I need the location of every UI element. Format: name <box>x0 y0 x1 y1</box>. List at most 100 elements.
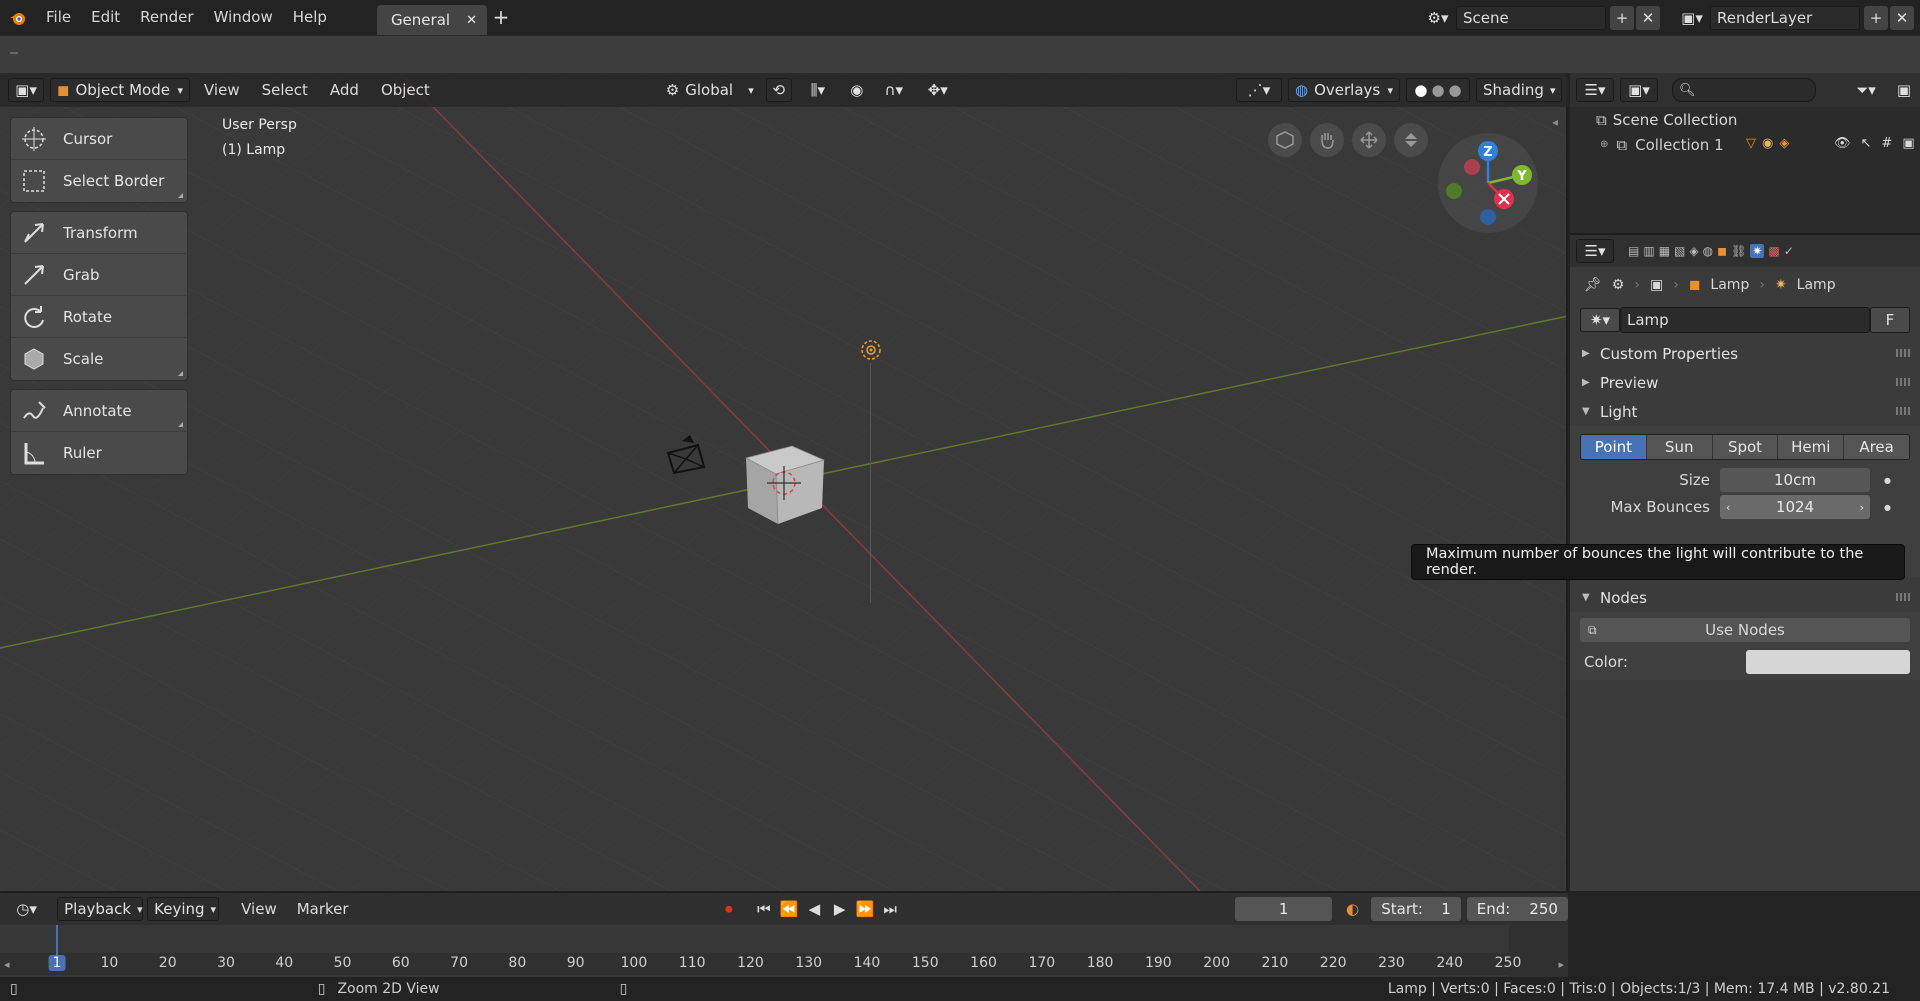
add-workspace-button[interactable]: + <box>487 0 515 35</box>
tab-world-icon[interactable]: ◍ <box>1703 244 1713 258</box>
record-button[interactable]: ⏺ <box>718 898 739 920</box>
tool-cursor[interactable]: Cursor <box>11 118 187 160</box>
use-nodes-button[interactable]: ⧉ Use Nodes <box>1580 618 1910 642</box>
panel-preview[interactable]: ▶ Preview <box>1570 368 1920 397</box>
lamp-data-icon[interactable]: ◉ <box>1762 136 1773 151</box>
tool-select-border[interactable]: Select Border <box>11 160 187 202</box>
light-type-hemi[interactable]: Hemi <box>1778 435 1845 459</box>
menu-help[interactable]: Help <box>283 0 337 35</box>
filter-button[interactable]: ⏷▾ <box>1844 78 1888 102</box>
play-reverse-button[interactable]: ◀ <box>804 898 825 920</box>
menu-file[interactable]: File <box>36 0 81 35</box>
falloff-button[interactable]: ∩▾ <box>876 78 912 102</box>
hand-pan-icon[interactable] <box>1310 123 1344 157</box>
outliner-row-scene-collection[interactable]: ⧉ Scene Collection <box>1570 107 1920 132</box>
drag-handle-icon[interactable] <box>1896 378 1910 386</box>
playhead-line[interactable] <box>56 925 58 955</box>
tab-tool-icon[interactable]: ▤ <box>1628 244 1639 258</box>
tab-object-icon[interactable]: ◼ <box>1717 244 1727 258</box>
start-frame-field[interactable]: Start: 1 <box>1371 897 1461 921</box>
solid-shading-icon[interactable]: ● <box>1414 81 1427 99</box>
orientation-dropdown[interactable]: ⚙ Global ▾ <box>660 78 760 102</box>
keying-dropdown[interactable]: Keying ▾ <box>147 897 220 921</box>
max-bounces-field[interactable]: ‹ 1024 › <box>1720 495 1870 519</box>
new-renderlayer-button[interactable]: + <box>1864 5 1888 30</box>
editor-type-button[interactable]: ▣▾ <box>8 78 44 102</box>
fake-user-button[interactable]: F <box>1870 307 1910 333</box>
playback-dropdown[interactable]: Playback ▾ <box>57 897 144 921</box>
scroll-right-icon[interactable]: ▸ <box>1558 958 1564 971</box>
select-arrow-icon[interactable]: ↖ <box>1861 136 1872 151</box>
light-type-sun[interactable]: Sun <box>1646 435 1713 459</box>
play-button[interactable]: ▶ <box>829 898 850 920</box>
timeline-menu-marker[interactable]: Marker <box>289 897 357 921</box>
drag-handle-icon[interactable] <box>1896 593 1910 601</box>
shading-mode-buttons[interactable]: ● ● ● <box>1406 78 1470 102</box>
toggle-camera-icon[interactable] <box>1268 123 1302 157</box>
snap-button[interactable]: ⫼▾ <box>798 78 838 102</box>
end-frame-field[interactable]: End: 250 <box>1466 897 1568 921</box>
timeline-menu-view[interactable]: View <box>233 897 285 921</box>
navigation-gizmo[interactable]: Z Y <box>1438 133 1538 233</box>
mesh-data-icon[interactable]: ◈ <box>1779 136 1789 151</box>
display-mode-button[interactable]: ▣▾ <box>1620 78 1658 102</box>
tab-physics-icon[interactable]: ✓ <box>1784 244 1794 258</box>
move-view-icon[interactable] <box>1352 123 1386 157</box>
tool-rotate[interactable]: Rotate <box>11 296 187 338</box>
preview-range-icon[interactable]: ◐ <box>1342 898 1363 920</box>
menu-add[interactable]: Add <box>322 78 367 102</box>
pivot-point-button[interactable]: ⟲ <box>765 78 792 102</box>
overlays-dropdown[interactable]: ◍ Overlays ▾ <box>1288 78 1400 102</box>
panel-nodes[interactable]: ▼ Nodes <box>1570 583 1920 612</box>
blender-logo-icon[interactable] <box>0 0 36 35</box>
menu-view[interactable]: View <box>196 78 248 102</box>
size-field[interactable]: 10cm <box>1720 468 1870 492</box>
camera-data-icon[interactable]: ▽ <box>1746 136 1756 151</box>
zoom-view-icon[interactable] <box>1394 123 1428 157</box>
tool-grab[interactable]: Grab <box>11 254 187 296</box>
delete-renderlayer-button[interactable]: ✕ <box>1890 5 1914 30</box>
renderlayer-name-field[interactable]: RenderLayer <box>1710 5 1860 30</box>
tool-scale[interactable]: Scale <box>11 338 187 380</box>
mode-dropdown[interactable]: ◼ Object Mode ▾ <box>50 78 190 102</box>
lookdev-shading-icon[interactable]: ● <box>1431 81 1444 99</box>
grid-icon[interactable]: # <box>1881 136 1892 151</box>
sidebar-toggle-icon[interactable]: ◂ <box>1552 115 1558 129</box>
tab-view-layer-icon[interactable]: ▧ <box>1674 244 1685 258</box>
close-icon[interactable]: ✕ <box>466 13 477 28</box>
scene-name-field[interactable]: Scene <box>1456 5 1606 30</box>
menu-window[interactable]: Window <box>204 0 283 35</box>
light-type-area[interactable]: Area <box>1844 435 1909 459</box>
properties-editor-type-button[interactable]: ☰▾ <box>1576 239 1614 263</box>
timeline-ruler[interactable]: ◂ ▸ 1 10 20 30 40 50 60 70 80 90 100 110 120 130 140 15… <box>0 953 1568 975</box>
lamp-object-icon[interactable] <box>856 335 886 365</box>
jump-keyframe-forward-button[interactable]: ⏩ <box>854 898 875 920</box>
menu-object[interactable]: Object <box>373 78 438 102</box>
eye-icon[interactable]: 👁︎ <box>1834 136 1851 151</box>
tab-data-icon[interactable]: ✷ <box>1750 244 1765 258</box>
light-type-point[interactable]: Point <box>1581 435 1647 459</box>
tab-output-icon[interactable]: ▦ <box>1659 244 1670 258</box>
tab-constraints-icon[interactable]: ⛓ <box>1731 244 1746 258</box>
scroll-left-icon[interactable]: ◂ <box>4 958 10 971</box>
jump-start-button[interactable]: ⏮ <box>753 898 774 920</box>
expand-icon[interactable]: ⊕ <box>1600 139 1608 150</box>
tool-ruler[interactable]: Ruler <box>11 432 187 474</box>
cube-object[interactable] <box>742 438 832 528</box>
light-type-spot[interactable]: Spot <box>1712 435 1779 459</box>
keyframe-dot-icon[interactable]: ● <box>1884 503 1891 512</box>
color-swatch[interactable] <box>1746 650 1910 674</box>
menu-select[interactable]: Select <box>254 78 316 102</box>
drag-handle-icon[interactable] <box>1896 349 1910 357</box>
tab-scene-icon[interactable]: ◈ <box>1689 244 1698 258</box>
scene-browse-icon[interactable]: ⚙▾ <box>1420 6 1456 30</box>
tool-settings-handle[interactable] <box>10 52 18 54</box>
camera-object-icon[interactable] <box>660 433 710 479</box>
lamp-browse-button[interactable]: ✷▾ <box>1580 308 1620 332</box>
tool-annotate[interactable]: Annotate <box>11 390 187 432</box>
visibility-toggle-button[interactable]: ⋰▾ <box>1236 78 1282 102</box>
increment-arrow-icon[interactable]: › <box>1860 501 1864 514</box>
drag-handle-icon[interactable] <box>1896 407 1910 415</box>
timeline-editor-type-button[interactable]: ◷▾ <box>8 897 45 921</box>
decrement-arrow-icon[interactable]: ‹ <box>1726 501 1730 514</box>
